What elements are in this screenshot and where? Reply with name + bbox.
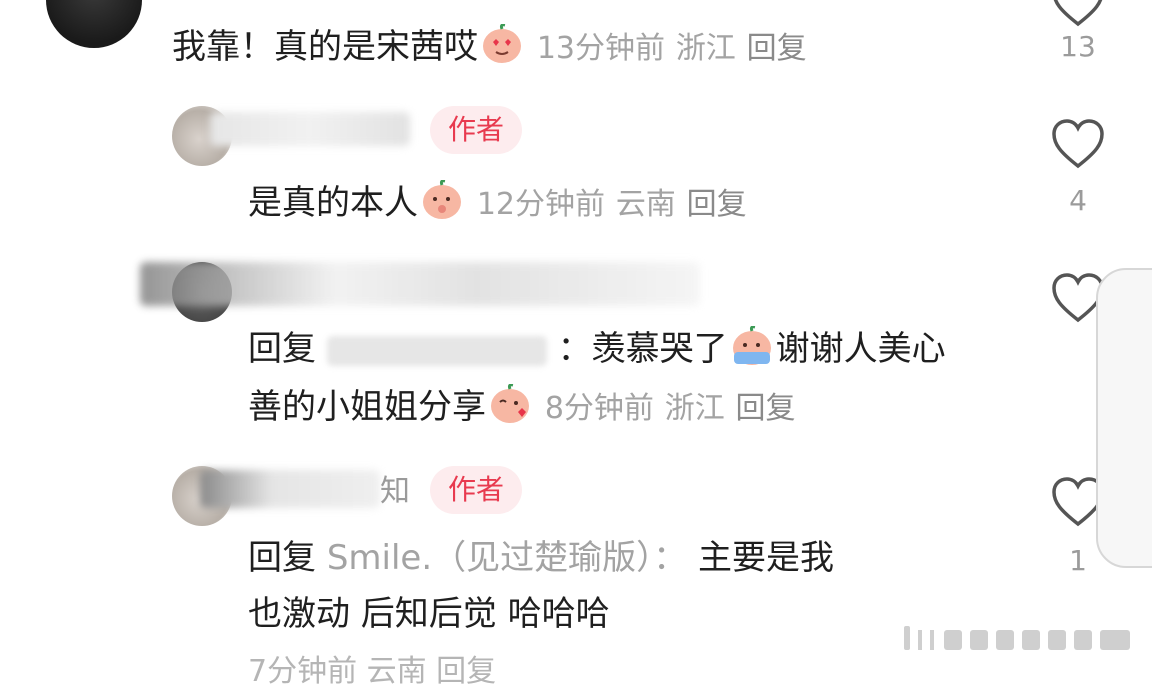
comment-body: ：羡慕哭了 xyxy=(557,329,728,369)
comment-time: 8分钟前 xyxy=(544,391,654,426)
comment-body: 我靠！真的是宋茜哎 xyxy=(172,27,478,67)
avatar[interactable] xyxy=(46,0,142,48)
reply-button[interactable]: 回复 xyxy=(736,391,796,426)
like-heart-icon[interactable] xyxy=(1050,0,1106,28)
like-count: 13 xyxy=(1060,30,1096,63)
comment-text: 是真的本人 12分钟前 云南 回复 xyxy=(248,179,747,227)
kiss-emoji-icon xyxy=(488,383,532,424)
blurred-mention xyxy=(326,335,547,366)
shy-emoji-icon xyxy=(420,179,464,220)
name-tail: 知 xyxy=(380,474,410,509)
comment-text-line2: 善的小姐姐分享 8分钟前 浙江 回复 xyxy=(248,383,796,431)
comment-text: 回复 Smile.（见过楚瑜版）： 主要是我 xyxy=(248,536,834,580)
comment-time: 12分钟前 xyxy=(476,187,605,222)
reply-prefix: 回复 xyxy=(248,329,316,369)
comment-location: 浙江 xyxy=(675,31,736,66)
crying-emoji-icon xyxy=(730,325,774,366)
heart-eyes-emoji-icon xyxy=(480,23,524,64)
comment-body: 也激动 后知后觉 哈哈哈 xyxy=(248,594,610,634)
reply-button[interactable]: 回复 xyxy=(747,31,807,66)
reply-button[interactable]: 回复 xyxy=(687,187,747,222)
comment-meta-partial: 7分钟前 云南 回复 xyxy=(248,654,497,689)
blurred-username xyxy=(210,112,410,146)
like-count: 4 xyxy=(1069,184,1087,217)
comment-body: 主要是我 xyxy=(697,538,834,578)
comment-location: 浙江 xyxy=(664,391,725,426)
author-badge: 作者 xyxy=(430,106,523,154)
comment-body: 善的小姐姐分享 xyxy=(248,387,486,427)
author-badge: 作者 xyxy=(430,466,523,514)
comment-text: 回复 ：羡慕哭了 谢谢人美心 xyxy=(248,325,946,371)
comment-text: 我靠！真的是宋茜哎 13分钟前 浙江 回复 xyxy=(172,23,807,71)
scrollbar[interactable] xyxy=(1096,268,1152,568)
blurred-username xyxy=(140,262,700,306)
comment-body-cont: 谢谢人美心 xyxy=(775,329,946,369)
comment-location: 云南 xyxy=(615,187,676,222)
blurred-username xyxy=(200,470,380,508)
comment-text-line2: 也激动 后知后觉 哈哈哈 xyxy=(248,592,610,636)
watermark-logo xyxy=(904,626,1130,650)
like-heart-icon[interactable] xyxy=(1050,118,1106,170)
comment-body: 是真的本人 xyxy=(248,183,418,223)
mention-username[interactable]: Smile.（见过楚瑜版）： xyxy=(327,538,687,578)
reply-prefix: 回复 xyxy=(248,538,316,578)
comment-time: 13分钟前 xyxy=(536,31,665,66)
